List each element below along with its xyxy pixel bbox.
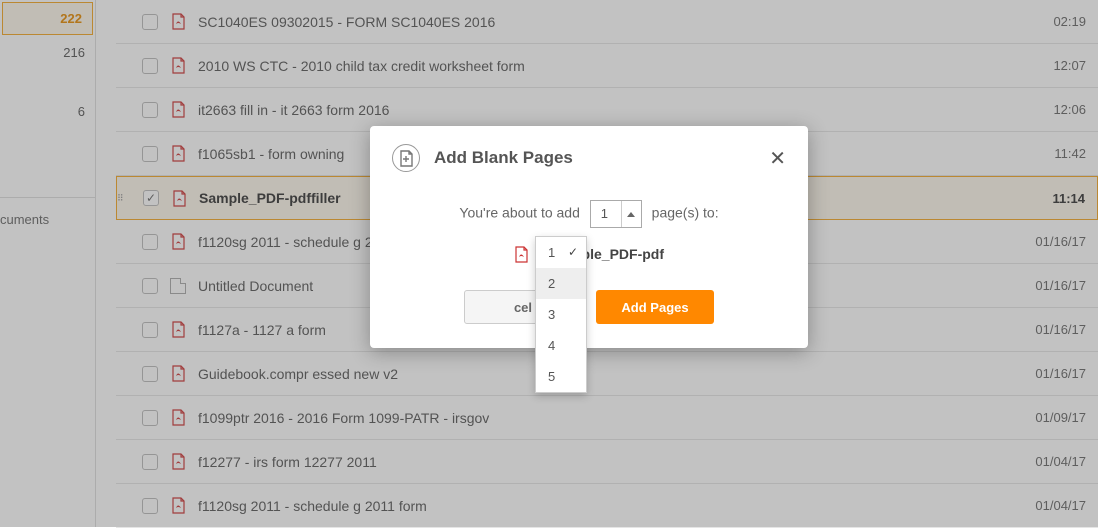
modal-header: Add Blank Pages ✕ [370, 126, 808, 190]
modal-title: Add Blank Pages [434, 148, 769, 168]
dropdown-option[interactable]: 1✓ [536, 237, 586, 268]
dropdown-option[interactable]: 4 [536, 330, 586, 361]
pdf-icon [514, 246, 530, 262]
add-blank-pages-modal: Add Blank Pages ✕ You're about to add 1 … [370, 126, 808, 348]
modal-body: You're about to add 1 page(s) to: Sample… [370, 190, 808, 348]
select-value: 1 [601, 206, 608, 221]
button-row: cel Add Pages [396, 290, 782, 324]
caret-up-icon [621, 201, 641, 227]
dropdown-option[interactable]: 5 [536, 361, 586, 392]
add-pages-button[interactable]: Add Pages [596, 290, 714, 324]
close-button[interactable]: ✕ [769, 146, 786, 171]
page-count-dropdown[interactable]: 1✓2345 [535, 236, 587, 393]
about-line: You're about to add 1 page(s) to: [396, 200, 782, 228]
page-count-select[interactable]: 1 [590, 200, 642, 228]
dropdown-option[interactable]: 3 [536, 299, 586, 330]
check-icon: ✓ [568, 245, 578, 259]
add-page-icon [392, 144, 420, 172]
target-file: Sample_PDF-pdf [396, 246, 782, 262]
dropdown-option[interactable]: 2 [536, 268, 586, 299]
